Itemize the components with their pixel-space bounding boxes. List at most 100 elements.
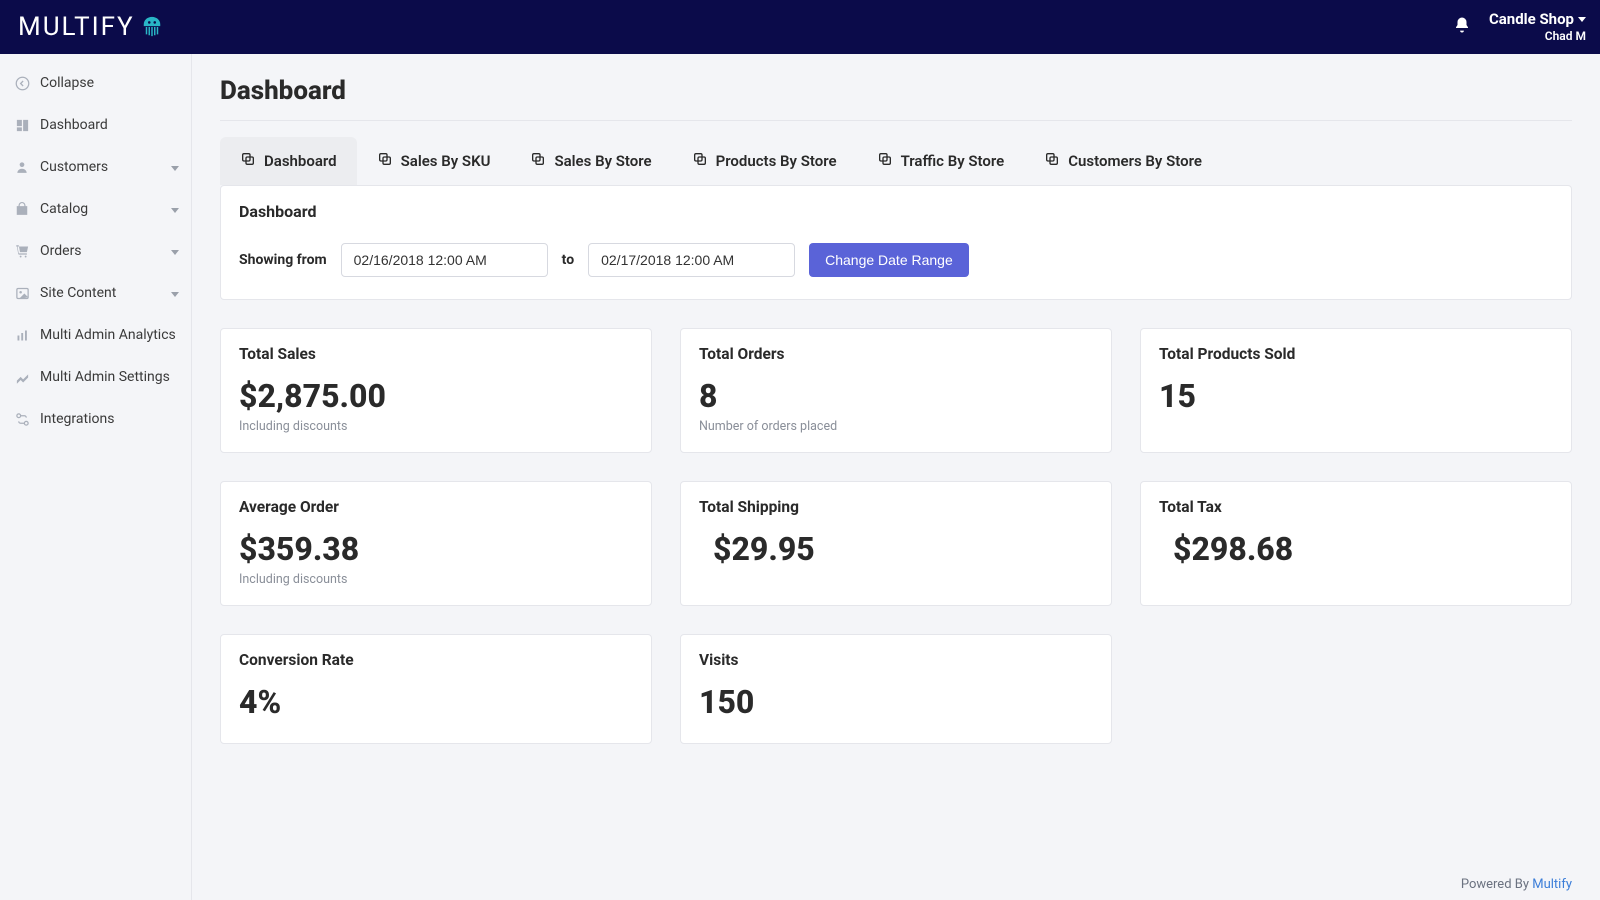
chart-icon [14,327,30,343]
page-title: Dashboard [220,76,1572,106]
metric-title: Visits [699,651,1093,669]
sidebar-item-label: Dashboard [40,117,108,133]
metric-value: 4% [239,683,633,721]
metric-title: Total Shipping [699,498,1093,516]
tab-customers-by-store[interactable]: Customers By Store [1024,137,1222,185]
image-icon [14,285,30,301]
sidebar-item-customers[interactable]: Customers [0,146,191,188]
chevron-down-icon [171,201,179,217]
shop-selector[interactable]: Candle Shop Chad M [1489,11,1586,43]
report-tabs: Dashboard Sales By SKU Sales By Store Produ… [220,137,1572,185]
tab-sales-by-store[interactable]: Sales By Store [510,137,671,185]
jellyfish-icon [141,15,163,39]
tab-label: Dashboard [264,152,337,170]
metric-value: 8 [699,377,1093,415]
top-header: MULTIFY Candle Shop Chad M [0,0,1600,54]
tab-products-by-store[interactable]: Products By Store [672,137,857,185]
tab-dashboard[interactable]: Dashboard [220,137,357,185]
tab-sales-by-sku[interactable]: Sales By SKU [357,137,511,185]
brand-logo[interactable]: MULTIFY [18,12,163,42]
sidebar-item-label: Collapse [40,75,94,91]
sidebar-item-multi-admin-settings[interactable]: Multi Admin Settings [0,356,191,398]
sidebar-item-multi-admin-analytics[interactable]: Multi Admin Analytics [0,314,191,356]
sidebar-item-collapse[interactable]: Collapse [0,62,191,104]
dashboard-icon [14,117,30,133]
metric-value: $2,875.00 [239,377,633,415]
sidebar-item-site-content[interactable]: Site Content [0,272,191,314]
title-divider [220,120,1572,121]
header-right: Candle Shop Chad M [1453,11,1586,43]
sidebar-item-label: Integrations [40,411,114,427]
metric-title: Total Sales [239,345,633,363]
metric-card-visits: Visits 150 [680,634,1112,744]
plug-icon [14,411,30,427]
filter-card: Dashboard Showing from to Change Date Ra… [220,185,1572,300]
sidebar: Collapse Dashboard Customers Catalog Orders S… [0,54,192,900]
chevron-down-icon [171,159,179,175]
metric-value: $298.68 [1159,530,1553,568]
tab-label: Products By Store [716,152,837,170]
metric-title: Conversion Rate [239,651,633,669]
filter-heading: Dashboard [239,202,1553,221]
metric-card-conversion-rate: Conversion Rate 4% [220,634,652,744]
user-name: Chad M [1489,30,1586,43]
user-icon [14,159,30,175]
settings-icon [14,369,30,385]
sidebar-item-dashboard[interactable]: Dashboard [0,104,191,146]
sidebar-item-catalog[interactable]: Catalog [0,188,191,230]
chevron-down-icon [171,285,179,301]
tab-label: Sales By Store [554,152,651,170]
metric-value: 15 [1159,377,1553,415]
change-date-range-button[interactable]: Change Date Range [809,243,969,277]
brand-text: MULTIFY [18,12,135,42]
metric-card-total-orders: Total Orders 8 Number of orders placed [680,328,1112,453]
copy-icon [692,151,708,171]
metric-card-total-sales: Total Sales $2,875.00 Including discounts [220,328,652,453]
tab-label: Sales By SKU [401,152,491,170]
date-from-input[interactable] [341,243,548,277]
sidebar-item-integrations[interactable]: Integrations [0,398,191,440]
footer-text: Powered By [1461,877,1532,892]
copy-icon [1044,151,1060,171]
sidebar-item-label: Multi Admin Analytics [40,327,176,343]
filter-row: Showing from to Change Date Range [239,243,1553,277]
cart-icon [14,243,30,259]
metric-title: Total Orders [699,345,1093,363]
main-content: Dashboard Dashboard Sales By SKU Sales By … [192,54,1600,900]
sidebar-item-label: Multi Admin Settings [40,369,170,385]
footer-link[interactable]: Multify [1532,877,1572,892]
sidebar-item-label: Orders [40,243,82,259]
sidebar-item-label: Site Content [40,285,116,301]
metric-title: Average Order [239,498,633,516]
metric-title: Total Tax [1159,498,1553,516]
showing-label: Showing from [239,252,327,268]
date-to-input[interactable] [588,243,795,277]
bag-icon [14,201,30,217]
metric-card-total-products-sold: Total Products Sold 15 [1140,328,1572,453]
copy-icon [377,151,393,171]
metric-title: Total Products Sold [1159,345,1553,363]
metric-subtitle: Including discounts [239,572,633,587]
footer: Powered By Multify [1461,877,1572,892]
metric-card-total-tax: Total Tax $298.68 [1140,481,1572,606]
metric-card-average-order: Average Order $359.38 Including discounts [220,481,652,606]
shop-name-text: Candle Shop [1489,11,1574,28]
to-label: to [562,252,574,268]
chevron-left-circle-icon [14,75,30,91]
copy-icon [877,151,893,171]
metric-subtitle: Number of orders placed [699,419,1093,434]
tab-traffic-by-store[interactable]: Traffic By Store [857,137,1025,185]
metric-subtitle: Including discounts [239,419,633,434]
metric-value: $29.95 [699,530,1093,568]
tab-label: Traffic By Store [901,152,1005,170]
metrics-grid: Total Sales$2,875.00Including discountsT… [220,328,1572,744]
copy-icon [530,151,546,171]
metric-value: $359.38 [239,530,633,568]
sidebar-item-orders[interactable]: Orders [0,230,191,272]
tab-label: Customers By Store [1068,152,1202,170]
sidebar-item-label: Catalog [40,201,88,217]
chevron-down-icon [171,243,179,259]
chevron-down-icon [1578,17,1586,22]
bell-icon[interactable] [1453,16,1471,38]
metric-value: 150 [699,683,1093,721]
